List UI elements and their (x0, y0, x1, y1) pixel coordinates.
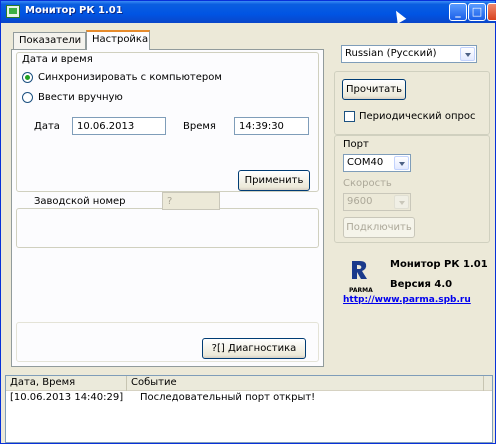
minimize-button[interactable]: _ (449, 3, 467, 21)
tab-indicators[interactable]: Показатели (13, 32, 86, 49)
connect-button: Подключить (343, 217, 415, 238)
window-title: Монитор РК 1.01 (25, 5, 123, 16)
date-label: Дата (34, 121, 60, 132)
chevron-down-icon[interactable] (460, 47, 475, 61)
chevron-down-icon[interactable] (394, 156, 409, 170)
speed-label: Скорость (343, 178, 392, 189)
date-field[interactable]: 10.06.2013 (72, 117, 166, 135)
port-label: Порт (343, 139, 369, 150)
serial-label: Заводской номер (34, 196, 126, 207)
datetime-group-title: Дата и время (22, 54, 93, 65)
periodic-label[interactable]: Периодический опрос (359, 111, 475, 122)
sync-radio[interactable] (22, 72, 33, 83)
port-select[interactable]: COM40 (343, 154, 411, 172)
col-header-event[interactable]: Событие (127, 376, 484, 391)
title-bar[interactable]: Монитор РК 1.01 _ □ (1, 1, 496, 24)
settings-tab-panel: Дата и время Синхронизировать с компьюте… (11, 49, 324, 367)
apply-button[interactable]: Применить (238, 170, 310, 191)
chevron-down-icon (394, 195, 409, 209)
language-select[interactable]: Russian (Русский) (341, 45, 477, 63)
serial-groupbox (16, 208, 319, 248)
about-app-name: Монитор РК 1.01 (390, 259, 488, 270)
diagnostics-button[interactable]: ?[] Диагностика (202, 338, 306, 359)
time-field[interactable]: 14:39:30 (234, 117, 309, 135)
close-button[interactable] (487, 3, 496, 21)
language-select-value: Russian (Русский) (345, 48, 437, 59)
app-window: Монитор РК 1.01 _ □ Показатели Настройка… (0, 0, 496, 444)
log-header: Дата, Время Событие (6, 376, 492, 391)
read-button[interactable]: Прочитать (342, 79, 406, 100)
mouse-cursor-icon (391, 8, 407, 24)
maximize-button[interactable]: □ (468, 3, 486, 21)
serial-field: ? (162, 192, 220, 210)
about-version: Версия 4.0 (390, 279, 453, 290)
tab-settings[interactable]: Настройка (86, 30, 150, 50)
event-log-list[interactable]: Дата, Время Событие [10.06.2013 14:40:29… (5, 375, 493, 443)
port-select-value: COM40 (347, 157, 384, 168)
manual-radio-label[interactable]: Ввести вручную (38, 92, 123, 103)
speed-select-value: 9600 (347, 196, 373, 207)
app-icon (6, 5, 20, 18)
manual-radio[interactable] (22, 92, 33, 103)
time-label: Время (183, 121, 216, 132)
website-link[interactable]: http://www.parma.spb.ru (343, 295, 471, 305)
speed-select: 9600 (343, 193, 411, 211)
sync-radio-label[interactable]: Синхронизировать с компьютером (38, 72, 222, 83)
log-row-time: [10.06.2013 14:40:29] (10, 392, 124, 403)
periodic-checkbox[interactable] (344, 111, 355, 122)
log-row-event: Последовательный порт открыт! (140, 392, 316, 403)
brand-label: PARMA (349, 287, 373, 294)
col-header-datetime[interactable]: Дата, Время (6, 376, 127, 391)
parma-logo-icon (352, 261, 367, 279)
